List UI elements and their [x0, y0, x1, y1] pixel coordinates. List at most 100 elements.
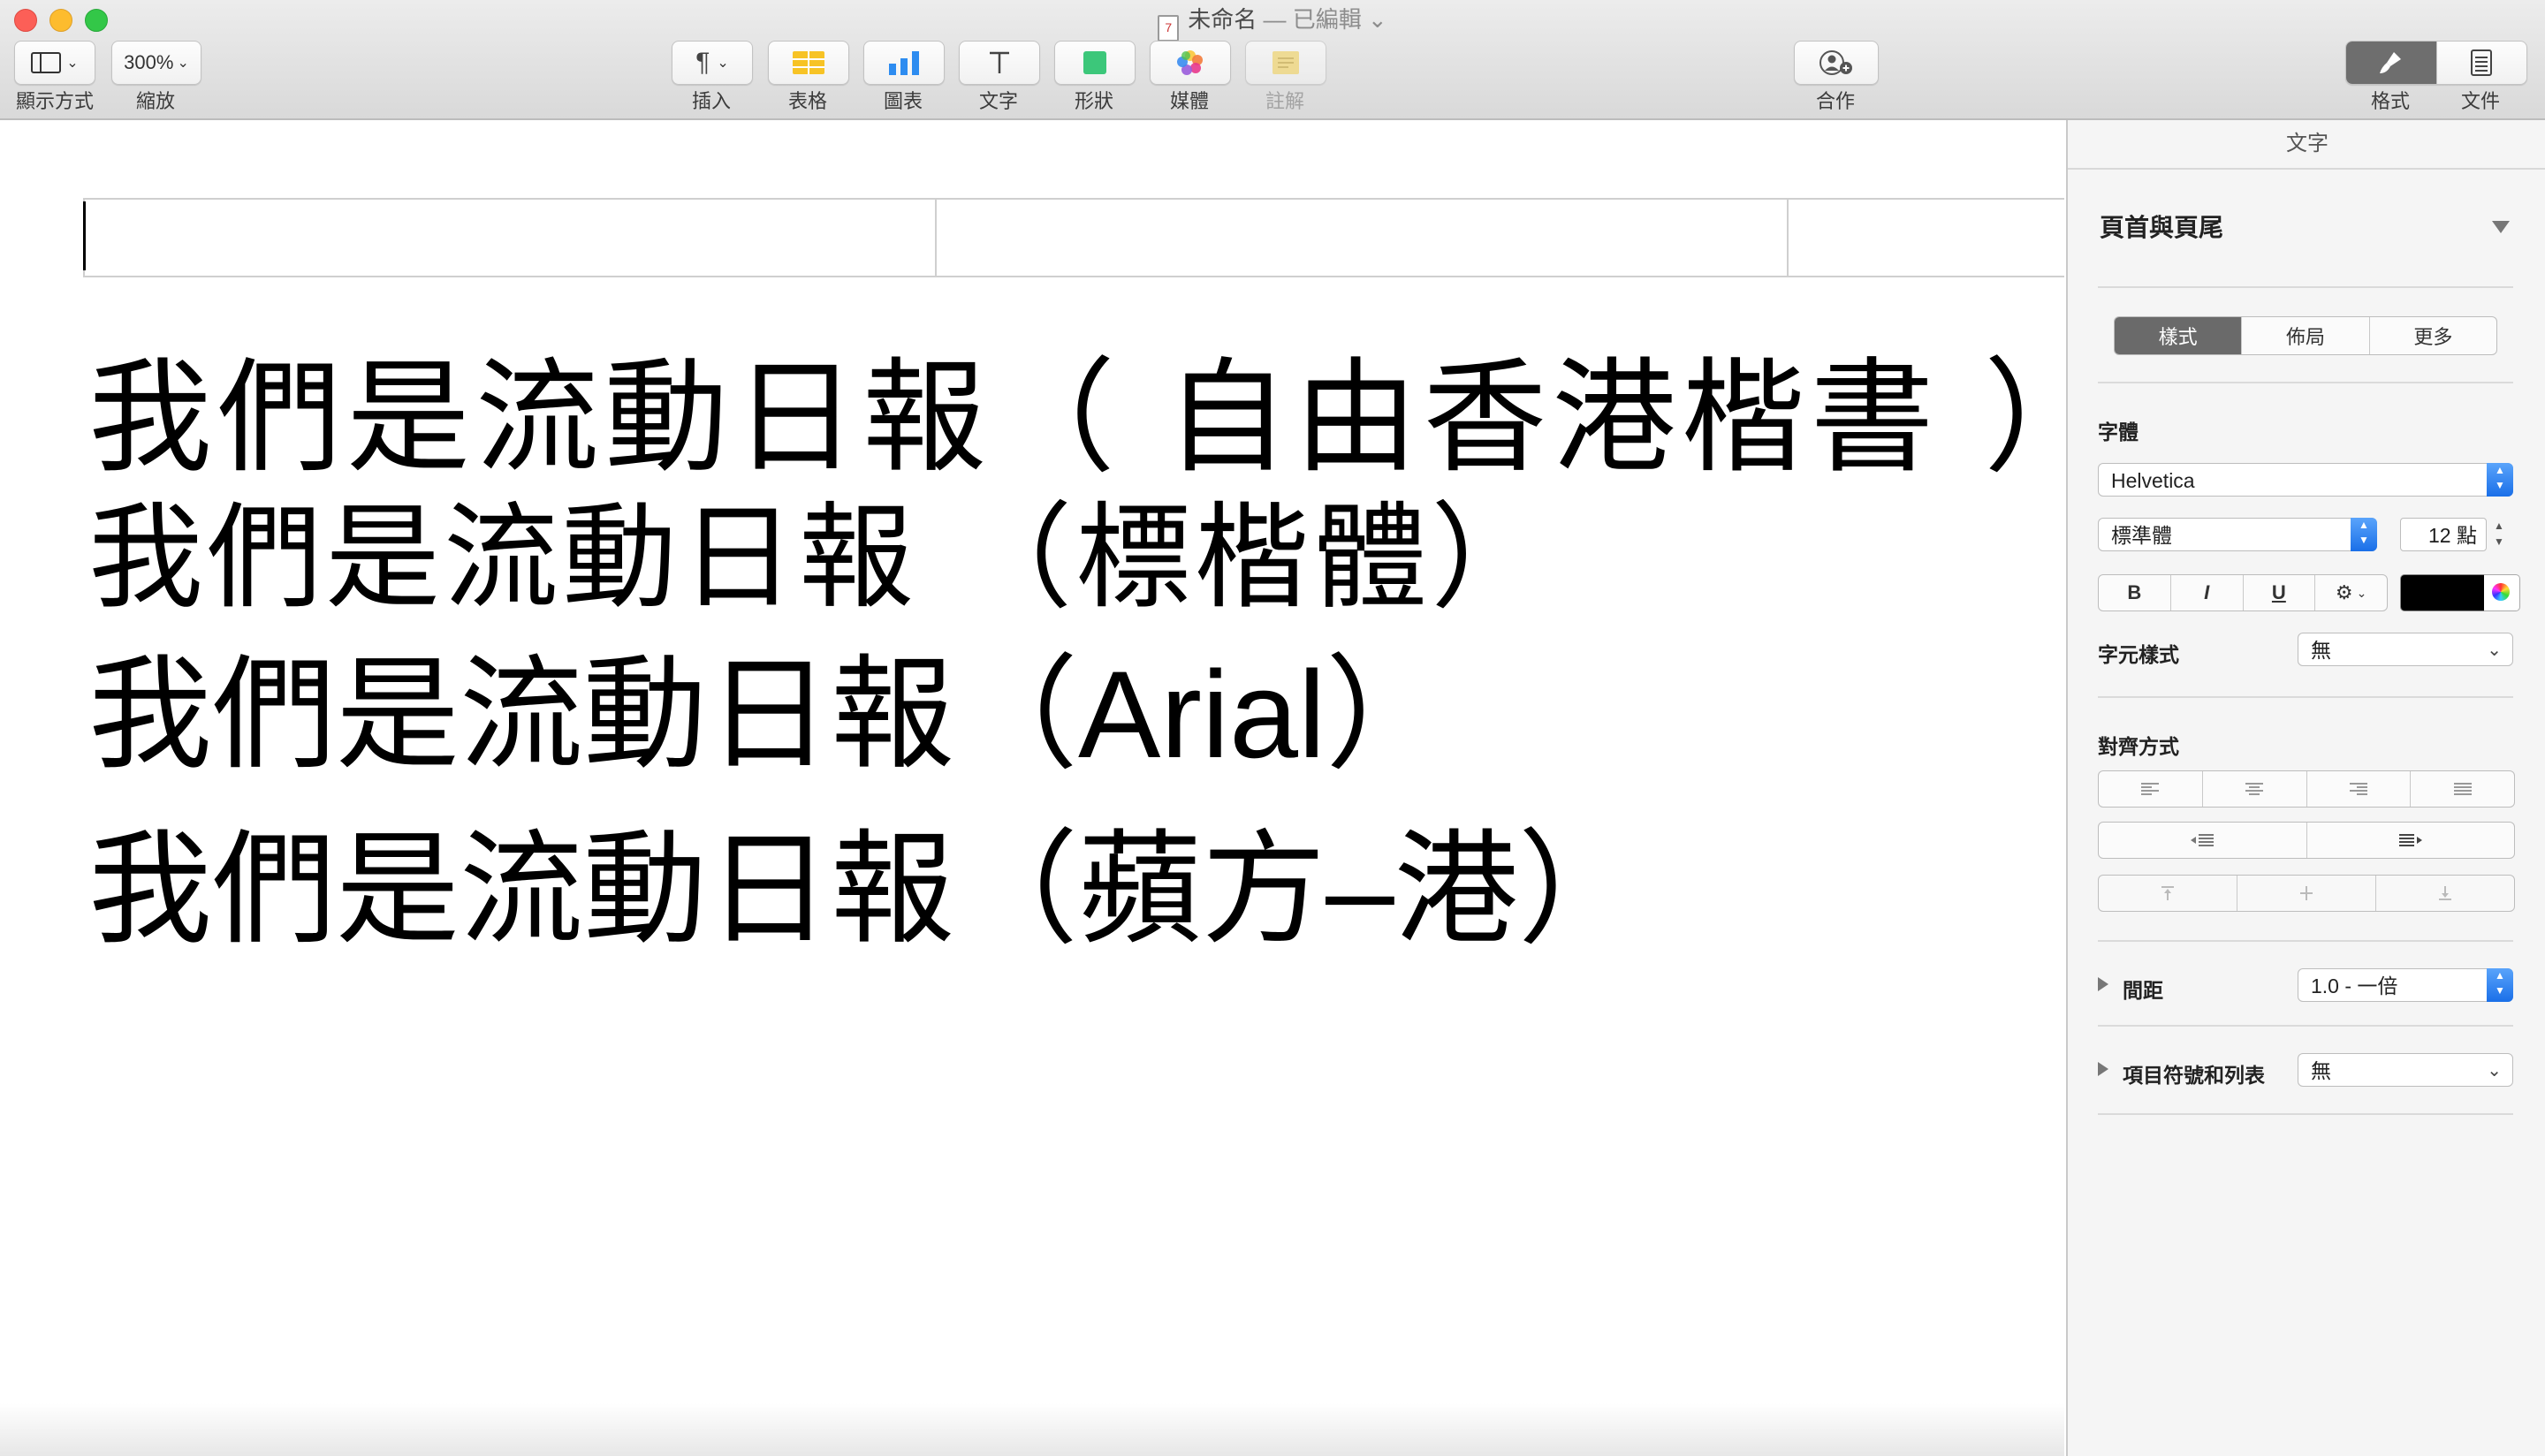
popup-arrows-icon: ▲ ▼: [2351, 518, 2377, 551]
align-middle-icon: [2300, 886, 2313, 900]
horizontal-alignment-control: [2098, 770, 2515, 808]
font-family-value: Helvetica: [2111, 469, 2195, 492]
document-name: 未命名: [1188, 6, 1257, 33]
divider: [2098, 1025, 2513, 1027]
align-right-button[interactable]: [2306, 771, 2411, 807]
spacing-popup[interactable]: 1.0 - 一倍 ▲ ▼: [2298, 968, 2513, 1002]
chart-button[interactable]: [863, 41, 945, 85]
shape-button[interactable]: [1054, 41, 1136, 85]
document-canvas[interactable]: 我們是流動日報（ 自由香港楷書 ） 我們是流動日報 （標楷體） 我們是流動日報（…: [0, 120, 2064, 1456]
divider: [2098, 382, 2513, 383]
text-line-pingfang[interactable]: 我們是流動日報（蘋方–港）: [88, 790, 1642, 968]
segment-more[interactable]: 更多: [2368, 317, 2496, 354]
font-family-popup[interactable]: Helvetica ▲ ▼: [2098, 463, 2513, 497]
inspector-controls: 樣式 佈局 更多 字體 Helvetica ▲ ▼ 標準體 ▲ ▼ 12 點 ▲ ▼ …: [2066, 120, 2545, 1456]
bullets-label[interactable]: 項目符號和列表: [2123, 1058, 2265, 1088]
chevron-down-icon: ⌄: [2356, 585, 2367, 600]
zoom-value: 300%: [124, 51, 174, 73]
justify-button[interactable]: [2410, 771, 2514, 807]
photos-flower-icon: [1177, 50, 1203, 75]
header-cell-right[interactable]: [1787, 200, 1789, 276]
collaborate-button[interactable]: [1794, 41, 1879, 85]
align-right-icon: [2349, 783, 2367, 795]
segment-layout[interactable]: 佈局: [2241, 317, 2368, 354]
insert-button[interactable]: ¶ ⌄: [672, 41, 753, 85]
character-style-popup[interactable]: 無 ⌄: [2298, 633, 2513, 666]
spacing-disclosure-icon[interactable]: [2098, 977, 2108, 991]
spacing-label[interactable]: 間距: [2123, 974, 2163, 1004]
decrease-indent-button[interactable]: [2099, 823, 2306, 858]
increase-indent-icon: [2398, 834, 2422, 846]
edited-status[interactable]: — 已編輯 ⌄: [1257, 6, 1386, 33]
align-left-button[interactable]: [2099, 771, 2202, 807]
comment-note-icon: [1272, 51, 1299, 74]
view-label: 顯示方式: [15, 90, 94, 112]
text-label: 文字: [978, 90, 1018, 112]
chart-label: 圖表: [883, 90, 923, 112]
font-size-stepper[interactable]: ▲ ▼: [2490, 518, 2508, 551]
segment-style[interactable]: 樣式: [2115, 317, 2242, 354]
view-button[interactable]: ⌄: [14, 41, 95, 85]
divider: [2098, 696, 2513, 698]
bullets-disclosure-icon[interactable]: [2098, 1062, 2108, 1076]
document-icon: [2471, 49, 2493, 76]
divider: [2098, 940, 2513, 942]
align-center-button[interactable]: [2201, 771, 2306, 807]
color-wheel-icon[interactable]: [2484, 574, 2520, 611]
spacing-value: 1.0 - 一倍: [2311, 974, 2398, 997]
inspector-segmented-control: 樣式 佈局 更多: [2114, 316, 2497, 355]
header-cell-center[interactable]: [935, 200, 937, 276]
align-bottom-button[interactable]: [2375, 876, 2514, 911]
comment-button[interactable]: [1245, 41, 1326, 85]
font-size-field[interactable]: 12 點: [2400, 518, 2487, 551]
popup-arrows-icon: ▲ ▼: [2487, 463, 2513, 497]
text-cursor: [83, 201, 86, 270]
divider: [2098, 286, 2513, 288]
bold-button[interactable]: B: [2099, 575, 2170, 610]
divider: [2098, 1113, 2513, 1115]
align-top-button[interactable]: [2099, 876, 2237, 911]
document-icon: 7: [1158, 15, 1180, 42]
align-center-icon: [2245, 783, 2264, 795]
align-middle-button[interactable]: [2237, 876, 2375, 911]
chart-icon: [889, 51, 919, 75]
popup-arrows-icon: ▲ ▼: [2487, 968, 2513, 1002]
document-button[interactable]: [2435, 42, 2527, 84]
paintbrush-icon: [2379, 52, 2401, 73]
collaborate-label: 合作: [1815, 90, 1855, 112]
text-button[interactable]: [959, 41, 1040, 85]
character-style-value: 無: [2311, 639, 2331, 662]
gear-icon: ⚙: [2335, 581, 2353, 603]
decrease-indent-icon: [2191, 834, 2215, 846]
format-label: 格式: [2370, 90, 2410, 112]
text-box-icon: [990, 51, 1009, 73]
font-style-popup[interactable]: 標準體 ▲ ▼: [2098, 518, 2377, 551]
italic-button[interactable]: I: [2169, 575, 2243, 610]
text-options-button[interactable]: ⚙ ⌄: [2314, 575, 2387, 610]
window-title: 7 未命名 — 已編輯 ⌄: [0, 4, 2545, 42]
bullets-value: 無: [2311, 1059, 2331, 1082]
align-top-icon: [2161, 886, 2174, 900]
underline-button[interactable]: U: [2242, 575, 2315, 610]
toolbar: 7 未命名 — 已編輯 ⌄ ⌄ 顯示方式 300% ⌄ 縮放 ¶ ⌄ 插入 表格: [0, 0, 2545, 120]
zoom-popup[interactable]: 300% ⌄: [111, 41, 201, 85]
media-button[interactable]: [1150, 41, 1231, 85]
text-line-arial[interactable]: 我們是流動日報（Arial）: [88, 615, 1449, 793]
page-header-row[interactable]: [83, 198, 2064, 277]
insert-label: 插入: [691, 90, 731, 112]
bullets-popup[interactable]: 無 ⌄: [2298, 1053, 2513, 1087]
text-style-buttons: B I U ⚙ ⌄: [2098, 574, 2388, 611]
font-label: 字體: [2098, 421, 2139, 444]
text-line-biaokai[interactable]: 我們是流動日報 （標楷體）: [88, 465, 1549, 631]
alignment-label: 對齊方式: [2098, 735, 2179, 758]
chevron-down-icon: ⌄: [2487, 1061, 2502, 1081]
chevron-down-icon: ⌄: [177, 56, 189, 71]
increase-indent-button[interactable]: [2306, 823, 2515, 858]
add-person-icon: [1819, 50, 1852, 75]
format-button[interactable]: [2346, 42, 2436, 84]
table-button[interactable]: [768, 41, 849, 85]
chevron-down-icon: ⌄: [717, 56, 729, 71]
text-color-well[interactable]: [2400, 574, 2485, 611]
sidebar-view-icon: [31, 52, 62, 73]
justify-icon: [2453, 783, 2472, 795]
